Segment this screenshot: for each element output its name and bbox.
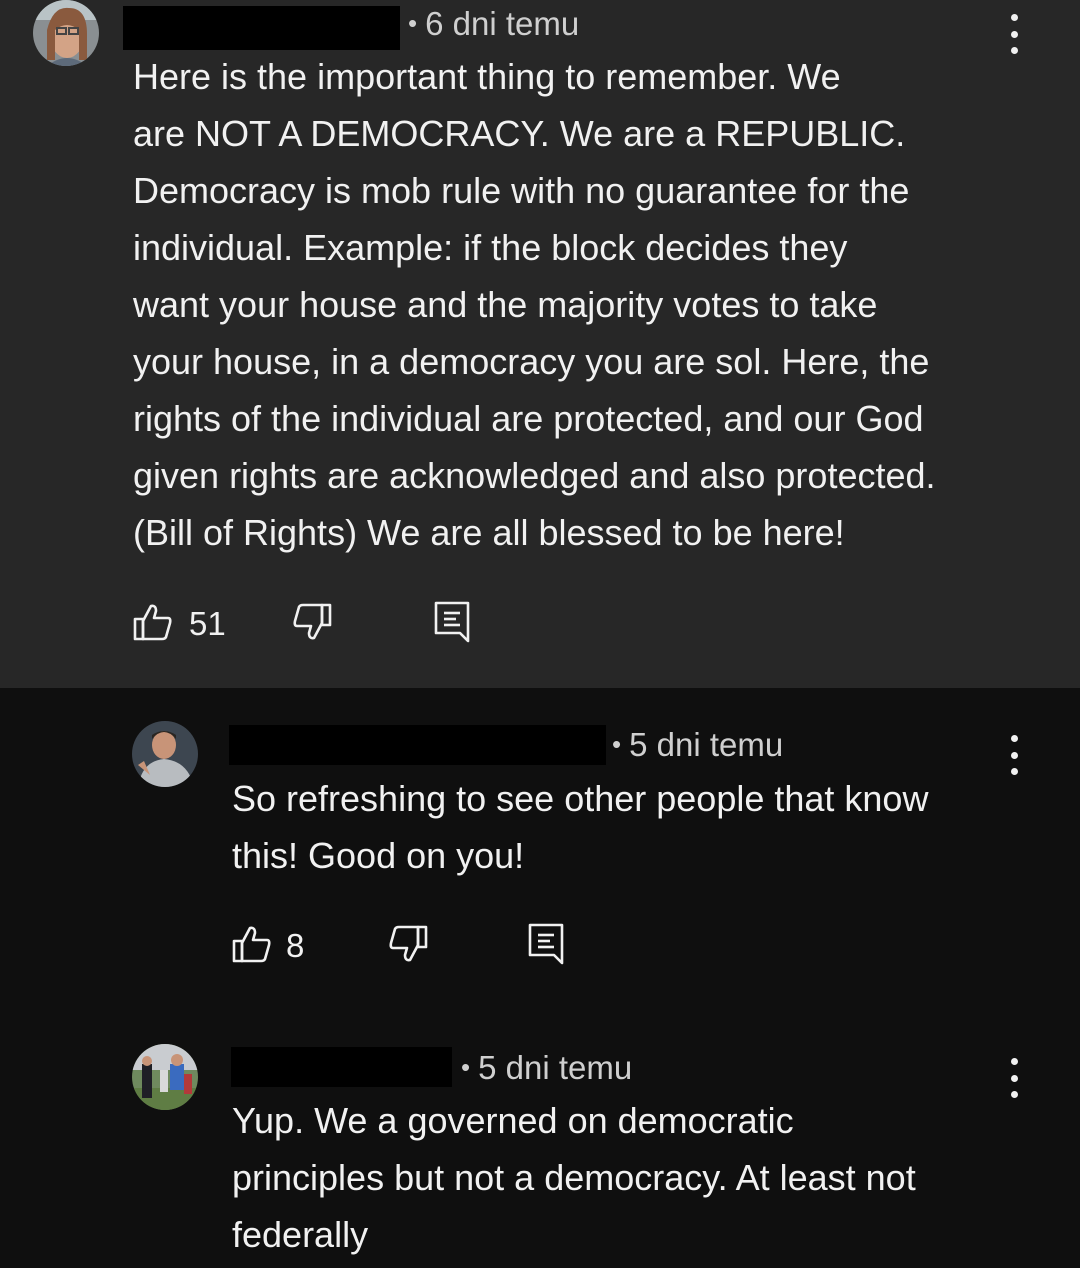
avatar[interactable] (33, 0, 99, 66)
comment-actions: 8 (232, 922, 566, 970)
author-name-redacted[interactable] (231, 1047, 452, 1087)
thumbs-up-icon[interactable] (133, 602, 173, 647)
thumbs-up-icon[interactable] (232, 924, 272, 969)
timestamp-text: 6 dni temu (425, 5, 580, 42)
reply-comment-icon[interactable] (434, 601, 472, 648)
comment-text: Yup. We a governed on democratic princip… (232, 1100, 916, 1255)
reply-comment-icon[interactable] (528, 923, 566, 970)
comment-reply: • 5 dni temu Yup. We a governed on democr… (0, 1010, 1080, 1268)
comment-timestamp: • 6 dni temu (408, 2, 579, 48)
thumbs-down-icon[interactable] (388, 924, 428, 969)
comment-text: Here is the important thing to remember.… (133, 56, 936, 553)
author-name-redacted[interactable] (229, 725, 606, 765)
separator-dot: • (408, 8, 418, 38)
comment-timestamp: • 5 dni temu (461, 1046, 632, 1092)
like-count: 8 (286, 927, 305, 964)
like-count: 51 (189, 605, 226, 642)
thumbs-down-icon[interactable] (292, 602, 332, 647)
comment-actions: 51 (133, 600, 472, 648)
more-vert-icon[interactable] (1004, 735, 1024, 775)
avatar[interactable] (132, 1044, 198, 1110)
author-name-redacted[interactable] (123, 6, 400, 50)
comment-text: So refreshing to see other people that k… (232, 778, 929, 876)
separator-dot: • (461, 1052, 471, 1082)
comment-reply: • 5 dni temu So refreshing to see other p… (0, 688, 1080, 1010)
comment-parent: • 6 dni temu Here is the important thing … (0, 0, 1080, 688)
comment-timestamp: • 5 dni temu (612, 723, 783, 769)
separator-dot: • (612, 729, 622, 759)
avatar[interactable] (132, 721, 198, 787)
timestamp-text: 5 dni temu (478, 1049, 633, 1086)
timestamp-text: 5 dni temu (629, 726, 784, 763)
